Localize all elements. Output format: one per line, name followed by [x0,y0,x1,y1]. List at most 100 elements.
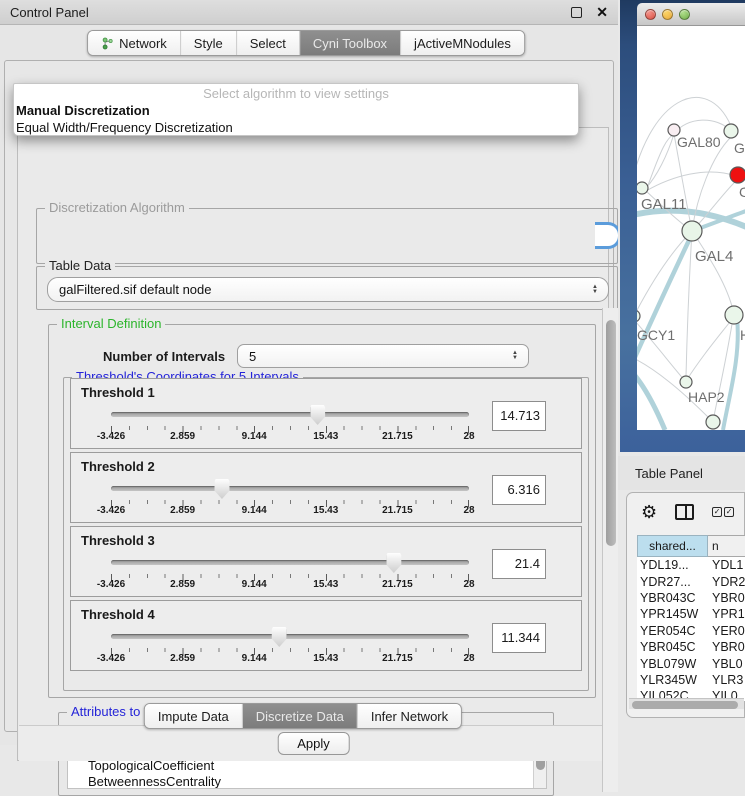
network-node-label: GAL80 [677,134,721,150]
float-window-icon[interactable] [571,7,582,18]
table-horizontal-scrollbar[interactable] [629,698,744,709]
top-tab-bar: Network Style [87,30,525,56]
threshold-block: Threshold 1 -3.4262.8599.14415.4321.7152… [70,378,582,449]
network-node-label: H [740,327,745,343]
slider-track[interactable] [111,634,469,639]
tick-labels: -3.4262.8599.14415.4321.71528 [111,431,469,443]
bottom-tab[interactable]: Impute Data [145,704,242,728]
dropdown-item[interactable]: Equal Width/Frequency Discretization [14,119,578,136]
table-data-combobox[interactable]: galFiltered.sif default node ▲▼ [47,277,609,302]
bottom-tab[interactable]: Discretize Data [242,704,357,728]
top-tab[interactable]: Cyni Toolbox [299,31,400,55]
apply-band: Apply [19,725,608,761]
control-panel-scrollbar[interactable] [602,308,618,792]
threshold-value-field[interactable]: 11.344 [492,623,546,653]
bottom-tab-label: Impute Data [158,709,229,724]
gear-icon[interactable]: ⚙ [641,503,657,521]
table-panel-toolbar: ⚙ ✓ ✓ [627,499,744,525]
threshold-label: Threshold 2 [81,459,155,474]
slider-track[interactable] [111,560,469,565]
bottom-tab[interactable]: Infer Network [357,704,461,728]
threshold-value-field[interactable]: 14.713 [492,401,546,431]
table-row[interactable]: YDL19... YDL1 [637,557,745,573]
top-tab-label: jActiveMNodules [414,36,511,51]
dropdown-item[interactable]: Manual Discretization [14,102,578,119]
select-columns-icons[interactable]: ✓ ✓ [712,507,734,517]
algorithm-dropdown-popup: Select algorithm to view settings Manual… [13,83,579,136]
network-node[interactable] [680,376,692,388]
bottom-tab-label: Infer Network [371,709,448,724]
slider-thumb[interactable] [310,405,325,425]
network-node[interactable] [724,124,738,138]
close-icon[interactable]: ✕ [596,7,608,18]
threshold-block: Threshold 4 -3.4262.8599.14415.4321.7152… [70,600,582,671]
tick-label: 2.859 [170,431,195,442]
threshold-slider[interactable] [111,553,469,579]
top-tab-label: Select [250,36,286,51]
cell-shared-name: YBR043C [637,591,708,605]
slider-thumb[interactable] [214,479,229,499]
checkbox-icon[interactable]: ✓ [712,507,722,517]
network-node[interactable] [725,306,743,324]
slider-track[interactable] [111,486,469,491]
table-row[interactable]: YDR27... YDR2 [637,573,745,589]
attribute-list-item[interactable]: BetweennessCentrality [68,774,546,789]
tick-label: 15.43 [313,505,338,516]
table-hscroll-thumb[interactable] [632,701,738,709]
network-node-label: GCY1 [637,327,675,343]
apply-button[interactable]: Apply [277,732,350,755]
network-node[interactable] [682,221,702,241]
slider-thumb[interactable] [386,553,401,573]
tick-label: 21.715 [382,505,413,516]
table-row[interactable]: YBL079W YBL0 [637,655,745,671]
slider-thumb[interactable] [272,627,287,647]
tick-label: 28 [463,579,474,590]
table-row[interactable]: YLR345W YLR3 [637,672,745,688]
dropdown-hint-item[interactable]: Select algorithm to view settings [14,86,578,102]
threshold-value-field[interactable]: 6.316 [492,475,546,505]
split-columns-icon[interactable] [675,504,694,520]
number-of-intervals-spinner[interactable]: 5 ▲▼ [237,344,529,368]
cell-name: YPR1 [708,607,745,621]
table-row[interactable]: YER054C YER0 [637,623,745,639]
threshold-slider[interactable] [111,405,469,431]
control-panel-scroll-thumb[interactable] [606,320,616,546]
network-node[interactable] [730,167,745,183]
table-row[interactable]: YBR043C YBR0 [637,590,745,606]
cell-name: YDR2 [708,575,745,589]
checkbox-icon[interactable]: ✓ [724,507,734,517]
table-row[interactable]: YPR145W YPR1 [637,606,745,622]
threshold-slider[interactable] [111,479,469,505]
panel-title: Control Panel [10,5,89,20]
algorithm-group: Discretization Algorithm [36,208,618,264]
network-node[interactable] [706,415,720,429]
top-tab[interactable]: Network [88,31,180,55]
top-tab[interactable]: jActiveMNodules [400,31,524,55]
top-tab[interactable]: Select [236,31,299,55]
column-header-name[interactable]: n [708,535,745,557]
tick-label: -3.426 [97,505,125,516]
minimize-traffic-light-icon[interactable] [662,9,673,20]
cyni-content-panel: Discretization Algorithm Table Data galF… [17,127,609,761]
threshold-value-field[interactable]: 21.4 [492,549,546,579]
table-row[interactable]: YBR045C YBR0 [637,639,745,655]
tick-label: -3.426 [97,579,125,590]
number-of-intervals-label: Number of Intervals [103,349,225,364]
column-header-shared-name[interactable]: shared... [637,535,708,557]
threshold-slider[interactable] [111,627,469,653]
tick-label: 28 [463,653,474,664]
network-canvas[interactable]: GAL80GCGAL11GAL4GCY1HHAP2 [637,26,745,430]
tick-labels: -3.4262.8599.14415.4321.71528 [111,653,469,665]
network-node-label: G [734,140,745,156]
table-panel-titlebar: Table Panel [618,456,745,490]
network-node[interactable] [637,310,640,322]
slider-track[interactable] [111,412,469,417]
tick-label: 28 [463,431,474,442]
network-node[interactable] [637,182,648,194]
top-tab[interactable]: Style [180,31,236,55]
close-traffic-light-icon[interactable] [645,9,656,20]
zoom-traffic-light-icon[interactable] [679,9,690,20]
tick-label: 15.43 [313,431,338,442]
tick-labels: -3.4262.8599.14415.4321.71528 [111,579,469,591]
control-panel-titlebar: Control Panel ✕ [0,0,618,25]
